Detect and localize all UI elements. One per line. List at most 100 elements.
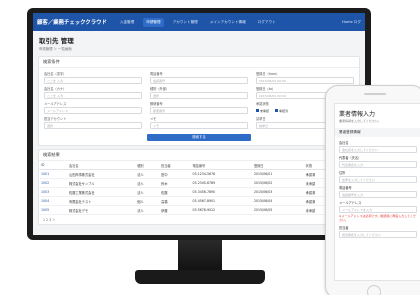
row-id-link[interactable]: 1001 bbox=[39, 169, 68, 179]
date-from-input[interactable]: 2015/06/01 00:00 bbox=[256, 77, 354, 84]
mobile-field-representative: 代表者（氏名） 代表者名を入力 bbox=[335, 154, 420, 169]
results-panel: 検索結果 ID 会社名 種別 担当者 電話番号 登録日 状態 操作 bbox=[38, 149, 360, 225]
breadcrumb: 申請管理 ＞ 一覧画面 bbox=[39, 47, 72, 51]
column-header[interactable]: ID bbox=[39, 161, 68, 170]
field-email: メールアドレス メールアドレス bbox=[44, 101, 142, 114]
mobile-email-input[interactable]: メールアドレスを入力 bbox=[339, 206, 417, 213]
table-cell: 2015/06/02 bbox=[251, 178, 304, 188]
mobile-page-subtitle: 業者情報を入力してください。 bbox=[339, 119, 381, 123]
approved-checkbox[interactable]: 承認済 bbox=[275, 108, 288, 113]
field-label: 種別（外部） bbox=[150, 87, 170, 91]
postal-input[interactable]: 郵便番号 bbox=[150, 107, 248, 114]
mobile-company-input[interactable]: 会社名を入力してください bbox=[339, 146, 417, 153]
mobile-address-input[interactable]: 住所を入力してください bbox=[339, 176, 417, 183]
search-form: 会社名（漢字） ここを 入力 電話番号 電話番号 登録日（from） 2015/… bbox=[39, 68, 359, 132]
results-panel-heading: 検索結果 bbox=[39, 150, 359, 161]
mobile-field-contact: 担当者 担当者名を入力してください bbox=[335, 224, 420, 239]
table-row[interactable]: 1001 山田商事株式会社 法人 田中 03-1234-5678 2015/06… bbox=[39, 169, 359, 179]
company-kanji-input[interactable]: ここを 入力 bbox=[44, 77, 142, 84]
row-id-link[interactable]: 1003 bbox=[39, 187, 68, 197]
table-row[interactable]: 1005 株式会社デモ 法人 伊藤 03-5678-9012 2015/06/0… bbox=[39, 205, 359, 215]
phone-screen: 業者情報入力 業者情報を入力してください。 業者登録情報 会社名 会社名を入力し… bbox=[334, 103, 420, 281]
mobile-field-address: 住所 住所を入力してください bbox=[335, 169, 420, 184]
field-label: メールアドレス bbox=[339, 201, 362, 205]
table-cell: 個人 bbox=[135, 196, 160, 206]
table-cell: 有限会社テスト bbox=[67, 196, 136, 206]
table-cell: 株式会社デモ bbox=[67, 205, 136, 215]
type-select[interactable]: 選択 bbox=[150, 92, 248, 99]
field-label: 登録日（from） bbox=[256, 72, 280, 76]
nav-item-payment[interactable]: 入金管理 bbox=[117, 18, 137, 27]
field-type: 種別（外部） 選択 bbox=[150, 86, 248, 99]
nav-item-accounts[interactable]: アカウント管理 bbox=[170, 18, 201, 27]
search-panel: 検索条件 会社名（漢字） ここを 入力 電話番号 電話番号 登録日（from） … bbox=[38, 56, 360, 146]
nav-item-applications[interactable]: 申請管理 bbox=[143, 17, 164, 27]
mobile-representative-input[interactable]: 代表者名を入力 bbox=[339, 161, 417, 168]
field-company-kanji: 会社名（漢字） ここを 入力 bbox=[44, 71, 142, 84]
field-account: 担当アカウント 選択 bbox=[44, 116, 142, 129]
nav-item-logout[interactable]: ログアウト bbox=[255, 18, 279, 27]
page-header: 取引先 管理 申請管理 ＞ 一覧画面 bbox=[33, 31, 365, 53]
field-label: 会社名（カナ） bbox=[44, 87, 67, 91]
table-cell: 法人 bbox=[135, 187, 160, 197]
table-cell: 佐藤 bbox=[159, 187, 191, 197]
column-header[interactable]: 種別 bbox=[135, 161, 160, 170]
field-postal: 郵便番号 郵便番号 bbox=[150, 101, 248, 114]
column-header[interactable]: 電話番号 bbox=[190, 161, 252, 170]
row-id-link[interactable]: 1005 bbox=[39, 205, 68, 215]
phone-speaker bbox=[364, 93, 386, 95]
field-label: 電話番号 bbox=[339, 186, 352, 190]
table-row[interactable]: 1004 有限会社テスト 個人 高橋 03-4567-8901 2015/06/… bbox=[39, 196, 359, 206]
table-cell: 03-5678-9012 bbox=[190, 205, 252, 215]
memo-input[interactable]: メモ bbox=[150, 122, 248, 129]
table-row[interactable]: 1002 株式会社サンプル 法人 鈴木 03-2345-6789 2015/06… bbox=[39, 178, 359, 188]
mobile-field-company: 会社名 会社名を入力してください bbox=[335, 139, 420, 154]
monitor-screen: 顧客／業務チェッククラウド 入金管理 申請管理 アカウント管理 メインアカウント… bbox=[33, 13, 365, 235]
search-actions: 検索する bbox=[39, 132, 359, 145]
account-select[interactable]: 選択 bbox=[44, 122, 142, 129]
app-title: 顧客／業務チェッククラウド bbox=[37, 20, 107, 26]
table-cell: 2015/06/05 bbox=[251, 205, 304, 215]
table-cell: 03-2345-6789 bbox=[190, 178, 252, 188]
field-label: 代表者（氏名） bbox=[339, 156, 362, 160]
field-label: 電話番号 bbox=[150, 72, 163, 76]
mobile-validation-note: ※メールアドレスは必須です。確認用に再度入力してください。 bbox=[339, 214, 417, 222]
user-menu[interactable]: Home ログ bbox=[342, 20, 361, 25]
field-label: メモ bbox=[150, 117, 157, 121]
field-label: 担当者 bbox=[339, 225, 349, 230]
checkbox-icon bbox=[275, 108, 279, 112]
field-company-kana: 会社名（カナ） ここを 入力 bbox=[44, 86, 142, 99]
table-cell: 株式会社サンプル bbox=[67, 178, 136, 188]
table-header-row: ID 会社名 種別 担当者 電話番号 登録日 状態 操作 bbox=[39, 161, 359, 170]
page-title: 取引先 管理 bbox=[39, 37, 74, 45]
column-header[interactable]: 担当者 bbox=[159, 161, 191, 170]
table-cell: 田中 bbox=[159, 169, 191, 179]
row-id-link[interactable]: 1004 bbox=[39, 196, 68, 206]
field-date-from: 登録日（from） 2015/06/01 00:00 bbox=[256, 71, 354, 84]
field-label: メールアドレス bbox=[44, 102, 67, 106]
company-kana-input[interactable]: ここを 入力 bbox=[44, 92, 142, 99]
row-id-link[interactable]: 1002 bbox=[39, 178, 68, 188]
phone-input[interactable]: 電話番号 bbox=[150, 77, 248, 84]
table-cell: 03-4567-8901 bbox=[190, 196, 252, 206]
table-row[interactable]: 1003 佐藤工業株式会社 法人 佐藤 03-3456-7890 2015/06… bbox=[39, 187, 359, 197]
mobile-contact-input[interactable]: 担当者名を入力してください bbox=[339, 230, 417, 238]
field-label: 担当アカウント bbox=[44, 117, 67, 121]
unapproved-checkbox[interactable]: 未承認 bbox=[256, 108, 269, 113]
column-header[interactable]: 会社名 bbox=[67, 161, 136, 170]
nav-item-main-account[interactable]: メインアカウント情報 bbox=[207, 18, 249, 27]
mobile-field-email: メールアドレス メールアドレスを入力 bbox=[335, 199, 420, 214]
table-cell: 2015/06/04 bbox=[251, 196, 304, 206]
checkbox-icon bbox=[256, 108, 259, 112]
app-navbar: 顧客／業務チェッククラウド 入金管理 申請管理 アカウント管理 メインアカウント… bbox=[33, 13, 365, 31]
pagination[interactable]: 1 2 3 ＞ bbox=[39, 215, 359, 224]
table-cell: 2015/06/01 bbox=[251, 169, 304, 179]
field-phone: 電話番号 電話番号 bbox=[150, 71, 248, 84]
mobile-phone-input[interactable]: 電話番号を入力 bbox=[339, 191, 417, 198]
column-header[interactable]: 登録日 bbox=[251, 161, 304, 170]
search-button[interactable]: 検索する bbox=[147, 134, 251, 141]
table-cell: 伊藤 bbox=[159, 205, 191, 215]
desktop-monitor: 顧客／業務チェッククラウド 入金管理 申請管理 アカウント管理 メインアカウント… bbox=[27, 8, 371, 240]
results-table: ID 会社名 種別 担当者 電話番号 登録日 状態 操作 1001 bbox=[39, 161, 359, 215]
email-input[interactable]: メールアドレス bbox=[44, 107, 142, 114]
